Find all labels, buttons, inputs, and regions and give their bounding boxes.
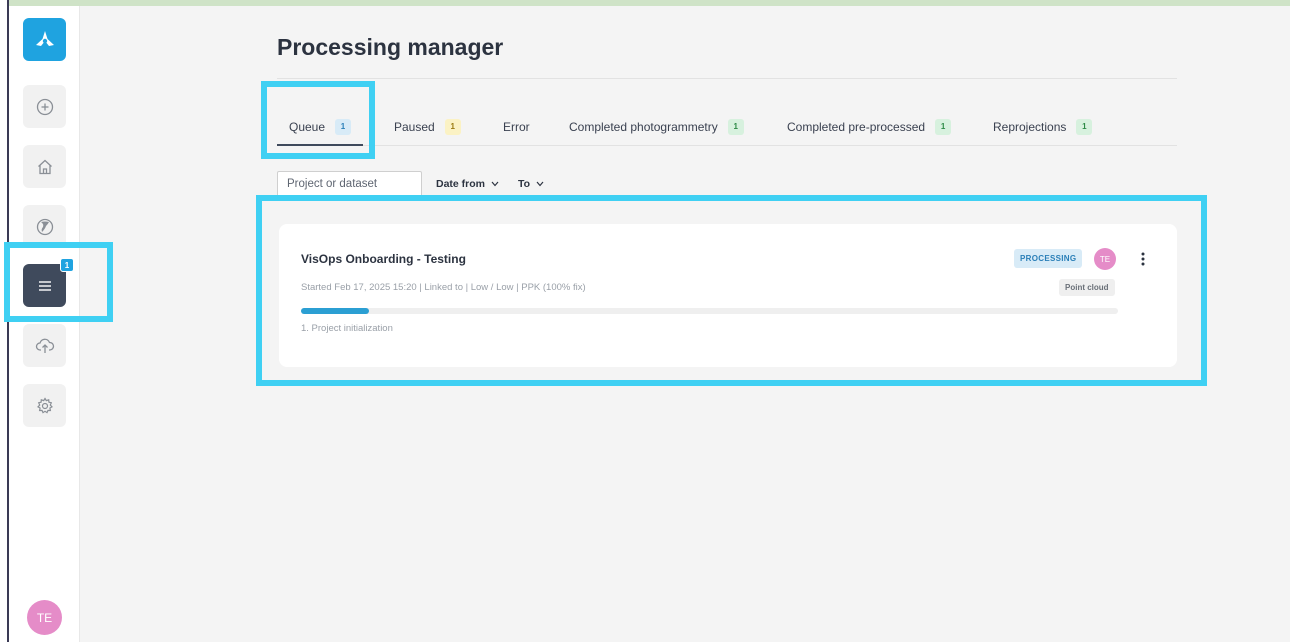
more-options-button[interactable]	[1136, 250, 1150, 268]
gear-icon	[36, 396, 53, 413]
tab-label: Reprojections	[993, 119, 1067, 134]
progress-bar	[301, 308, 1118, 314]
tab-label: Completed photogrammetry	[569, 119, 718, 134]
date-from-label: Date from	[436, 178, 486, 190]
type-badge: Point cloud	[1059, 279, 1115, 296]
tab-paused[interactable]: Paused 1	[394, 108, 461, 145]
tab-label: Paused	[394, 119, 435, 134]
upload-cloud-icon	[35, 338, 54, 353]
plus-circle-icon	[36, 98, 53, 115]
tab-count-badge: 1	[727, 118, 744, 135]
tab-error[interactable]: Error	[503, 108, 530, 145]
search-input[interactable]	[277, 171, 422, 197]
job-step: 1. Project initialization	[301, 323, 393, 334]
user-avatar[interactable]: TE	[27, 600, 62, 635]
job-title: VisOps Onboarding - Testing	[301, 252, 466, 266]
tab-count-badge: 1	[444, 118, 461, 135]
sidebar-item-settings[interactable]	[23, 384, 66, 427]
window-edge	[0, 0, 9, 642]
title-divider	[277, 78, 1177, 79]
top-strip	[0, 0, 1290, 6]
tab-label: Queue	[289, 119, 326, 134]
status-badge: PROCESSING	[1014, 249, 1083, 268]
kebab-menu-icon	[1141, 252, 1145, 266]
date-to-label: To	[518, 178, 531, 190]
sidebar-item-map[interactable]	[23, 205, 66, 248]
job-card[interactable]: VisOps Onboarding - Testing Started Feb …	[279, 224, 1177, 367]
page-title: Processing manager	[277, 34, 504, 60]
tab-completed-photogrammetry[interactable]: Completed photogrammetry 1	[569, 108, 744, 145]
home-icon	[37, 159, 52, 174]
tab-label: Error	[503, 119, 530, 134]
logo-button[interactable]	[23, 18, 66, 61]
tab-reprojections[interactable]: Reprojections 1	[993, 108, 1093, 145]
tab-queue[interactable]: Queue 1	[277, 108, 364, 146]
tab-count-badge: 1	[1076, 118, 1093, 135]
sidebar: 1 TE	[9, 6, 80, 642]
sidebar-item-processing-manager[interactable]: 1	[23, 258, 74, 307]
chevron-down-icon	[491, 181, 499, 187]
job-meta: Started Feb 17, 2025 15:20 | Linked to |…	[301, 282, 586, 293]
tab-label: Completed pre-processed	[787, 119, 926, 134]
tab-count-badge: 1	[935, 118, 952, 135]
menu-icon	[38, 280, 51, 291]
tab-count-badge: 1	[335, 118, 352, 135]
chevron-down-icon	[536, 181, 544, 187]
date-from-dropdown[interactable]: Date from	[436, 178, 499, 190]
notification-badge: 1	[60, 258, 74, 272]
tab-bar: Queue 1 Paused 1 Error Completed photogr…	[277, 108, 1177, 146]
logo-icon	[35, 30, 54, 46]
sidebar-item-home[interactable]	[23, 145, 66, 188]
job-user-avatar: TE	[1094, 248, 1116, 270]
tab-completed-pre-processed[interactable]: Completed pre-processed 1	[787, 108, 952, 145]
progress-fill	[301, 308, 369, 314]
sidebar-item-add[interactable]	[23, 85, 66, 128]
sidebar-item-upload[interactable]	[23, 324, 66, 367]
date-to-dropdown[interactable]: To	[518, 178, 544, 190]
globe-icon	[36, 218, 53, 235]
